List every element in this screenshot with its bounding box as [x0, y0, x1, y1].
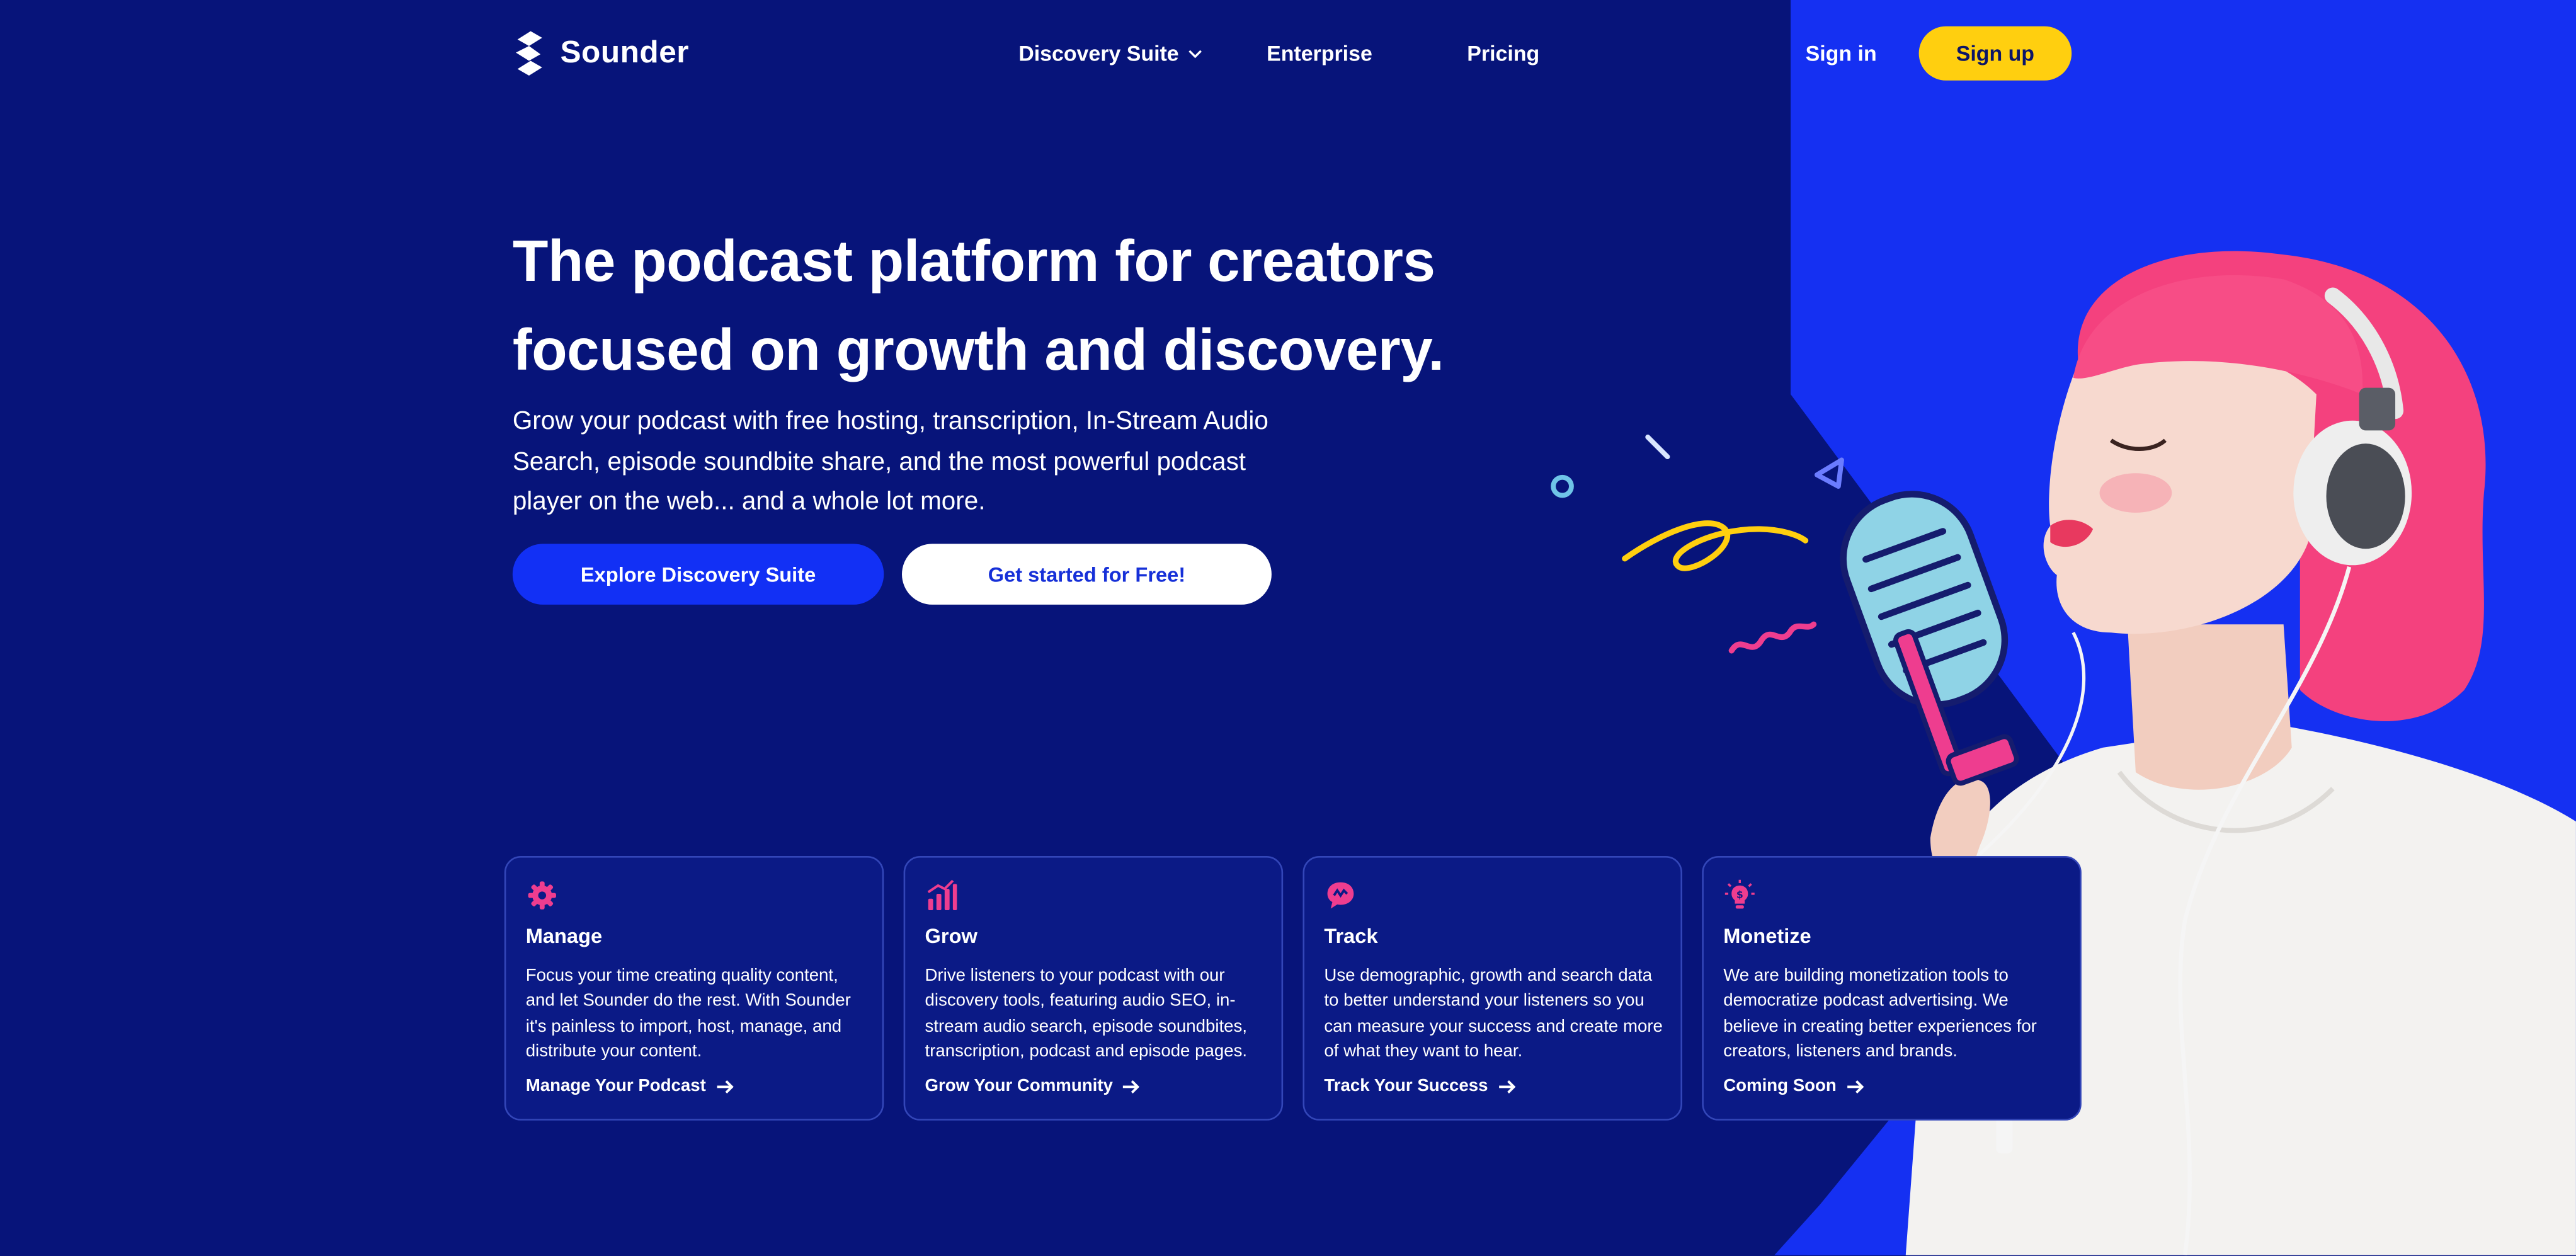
track-your-success-link[interactable]: Track Your Success	[1324, 1076, 1515, 1096]
feature-card-manage: Manage Focus your time creating quality …	[504, 855, 884, 1121]
nav-pricing-label: Pricing	[1467, 41, 1540, 66]
hero-title-line-1: The podcast platform for creators	[512, 228, 1435, 294]
doodle-circle	[1551, 474, 1574, 498]
sign-in-link[interactable]: Sign in	[1806, 41, 1877, 66]
microphone-icon	[1840, 491, 2019, 786]
card-link-label: Track Your Success	[1324, 1076, 1488, 1096]
lightbulb-icon: $	[1724, 879, 1755, 909]
nav-enterprise-label: Enterprise	[1267, 41, 1372, 66]
card-link-label: Manage Your Podcast	[525, 1076, 706, 1096]
card-title: Grow	[925, 925, 977, 949]
gear-icon	[528, 881, 556, 910]
doodle-line	[1645, 434, 1670, 460]
card-description: We are building monetization tools to de…	[1723, 966, 2037, 1061]
doodle-triangle	[1814, 457, 1844, 489]
get-started-free-button[interactable]: Get started for Free!	[902, 544, 1272, 605]
nav-discovery-suite[interactable]: Discovery Suite	[1018, 41, 1202, 66]
hero-title: The podcast platform for creators focuse…	[513, 217, 1564, 394]
card-title: Track	[1324, 925, 1378, 949]
card-title: Monetize	[1723, 925, 1811, 949]
nav-pricing[interactable]: Pricing	[1467, 41, 1539, 66]
doodle-squiggle-yellow	[1622, 520, 1809, 571]
hero-subtitle: Grow your podcast with free hosting, tra…	[512, 407, 1268, 517]
sounder-logo[interactable]: Sounder	[513, 30, 689, 79]
grow-your-community-link[interactable]: Grow Your Community	[925, 1076, 1141, 1096]
arrow-right-icon	[1123, 1079, 1141, 1093]
card-link-label: Coming Soon	[1723, 1076, 1837, 1096]
woman-neck	[2127, 624, 2292, 790]
feature-card-grow: Grow Drive listeners to your podcast wit…	[903, 855, 1284, 1121]
card-link-label: Grow Your Community	[925, 1076, 1113, 1096]
card-description: Use demographic, growth and search data …	[1324, 966, 1663, 1061]
card-description: Focus your time creating quality content…	[525, 966, 851, 1061]
woman-face	[2043, 338, 2317, 634]
feature-card-track: Track Use demographic, growth and search…	[1302, 855, 1683, 1121]
bar-chart-icon	[927, 879, 957, 911]
feature-card-monetize: $ Monetize We are building monetization …	[1702, 855, 2082, 1121]
hero-title-line-2: focused on growth and discovery.	[512, 317, 1444, 383]
sounder-logo-icon	[516, 31, 542, 76]
arrow-right-icon	[1498, 1079, 1515, 1093]
card-description: Drive listeners to your podcast with our…	[925, 966, 1248, 1061]
nav-discovery-suite-label: Discovery Suite	[1018, 41, 1179, 66]
sign-up-button[interactable]: Sign up	[1918, 26, 2072, 81]
chevron-down-icon	[1188, 49, 1201, 58]
doodle-squiggle-pink	[1728, 621, 1817, 654]
explore-discovery-suite-button[interactable]: Explore Discovery Suite	[512, 544, 884, 605]
card-title: Manage	[525, 925, 603, 949]
brand-name: Sounder	[560, 36, 690, 71]
manage-your-podcast-link[interactable]: Manage Your Podcast	[526, 1076, 734, 1096]
arrow-right-icon	[1847, 1079, 1864, 1093]
page: Sounder Discovery Suite Enterprise Prici…	[0, 0, 2576, 1255]
arrow-right-icon	[716, 1079, 734, 1093]
nav-enterprise[interactable]: Enterprise	[1267, 41, 1372, 66]
coming-soon-link[interactable]: Coming Soon	[1723, 1076, 1864, 1096]
chat-bubble-icon	[1327, 882, 1354, 909]
svg-text:$: $	[1736, 888, 1743, 900]
